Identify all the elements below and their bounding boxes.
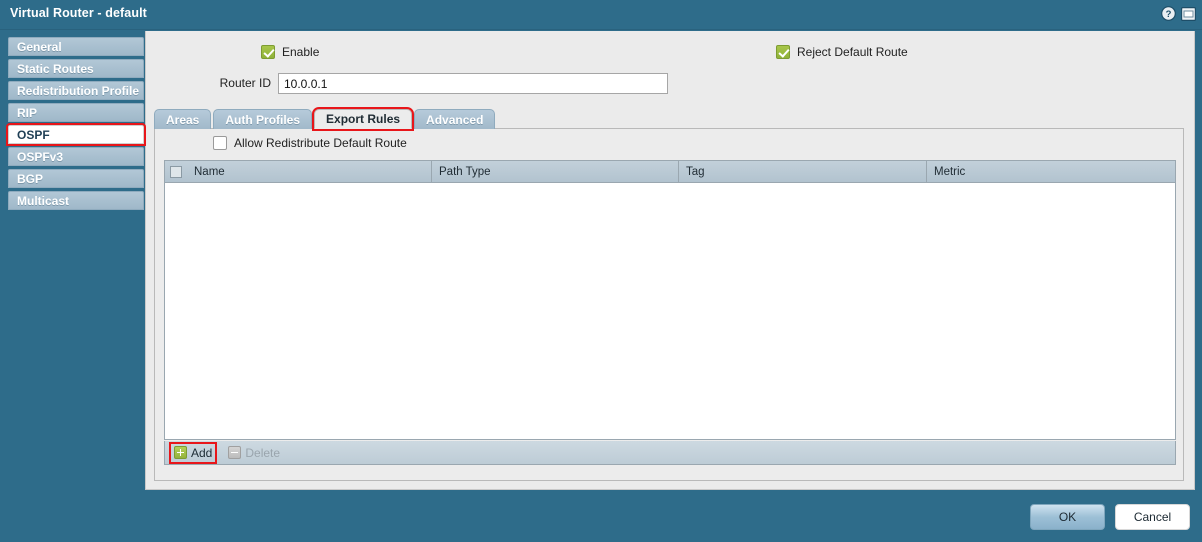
- plus-icon: [174, 446, 187, 459]
- cancel-button-label: Cancel: [1133, 510, 1172, 524]
- tab-advanced[interactable]: Advanced: [414, 109, 496, 129]
- column-header-label: Tag: [686, 165, 705, 178]
- sidebar-item-label: RIP: [17, 105, 38, 120]
- sidebar-item-label: OSPF: [17, 127, 50, 142]
- sidebar-item-rip[interactable]: RIP: [8, 103, 144, 122]
- delete-button[interactable]: Delete: [225, 444, 283, 462]
- virtual-router-dialog: Virtual Router - default ? General Stati…: [0, 0, 1202, 542]
- column-header-name[interactable]: Name: [187, 161, 432, 182]
- sidebar-item-static-routes[interactable]: Static Routes: [8, 59, 144, 78]
- table-body-empty: [165, 183, 1175, 439]
- help-icon[interactable]: ?: [1161, 6, 1176, 21]
- table-select-all-cell[interactable]: [165, 161, 187, 182]
- sidebar-item-multicast[interactable]: Multicast: [8, 191, 144, 210]
- allow-redistribute-default-route-label: Allow Redistribute Default Route: [234, 136, 407, 150]
- select-all-checkbox[interactable]: [170, 165, 182, 178]
- column-header-path-type[interactable]: Path Type: [432, 161, 679, 182]
- router-id-input[interactable]: [278, 73, 668, 94]
- tab-label: Areas: [166, 112, 200, 127]
- main-panel: Enable Reject Default Route Router ID Ar…: [145, 31, 1195, 490]
- allow-redistribute-default-route-row[interactable]: Allow Redistribute Default Route: [213, 136, 407, 150]
- table-header-row: Name Path Type Tag Metric: [165, 161, 1175, 183]
- tab-auth-profiles[interactable]: Auth Profiles: [213, 109, 313, 129]
- column-header-metric[interactable]: Metric: [927, 161, 1175, 182]
- reject-default-route-checkbox[interactable]: [776, 45, 790, 59]
- sidebar-item-general[interactable]: General: [8, 37, 144, 56]
- sidebar-item-label: OSPFv3: [17, 149, 64, 164]
- column-header-label: Name: [194, 165, 225, 178]
- sidebar-item-label: BGP: [17, 171, 44, 186]
- svg-text:?: ?: [1166, 9, 1172, 20]
- tab-strip: Areas Auth Profiles Export Rules Advance…: [154, 107, 496, 131]
- delete-button-label: Delete: [245, 445, 281, 460]
- column-header-tag[interactable]: Tag: [679, 161, 927, 182]
- table-toolbar: Add Delete: [164, 441, 1176, 465]
- add-button-label: Add: [191, 445, 213, 460]
- tab-panel-export-rules: Allow Redistribute Default Route Name Pa…: [154, 128, 1184, 481]
- tab-areas[interactable]: Areas: [154, 109, 212, 129]
- tab-label: Advanced: [426, 112, 484, 127]
- sidebar-item-redistribution-profile[interactable]: Redistribution Profile: [8, 81, 144, 100]
- sidebar-item-label: Redistribution Profile: [17, 83, 140, 98]
- top-options-row: Enable Reject Default Route: [146, 43, 1194, 67]
- export-rules-table: Name Path Type Tag Metric: [164, 160, 1176, 440]
- ok-button[interactable]: OK: [1030, 504, 1105, 530]
- title-bar: Virtual Router - default ?: [0, 0, 1202, 30]
- enable-checkbox[interactable]: [261, 45, 275, 59]
- column-header-label: Path Type: [439, 165, 491, 178]
- enable-checkbox-row[interactable]: Enable: [261, 45, 319, 59]
- tab-label: Auth Profiles: [225, 112, 301, 127]
- sidebar-item-ospf[interactable]: OSPF: [6, 123, 146, 146]
- sidebar-item-label: Multicast: [17, 193, 70, 208]
- allow-redistribute-default-route-checkbox[interactable]: [213, 136, 227, 150]
- add-button[interactable]: Add: [168, 441, 218, 464]
- minus-icon: [228, 446, 242, 459]
- enable-label: Enable: [282, 45, 320, 59]
- sidebar-item-label: Static Routes: [17, 61, 94, 76]
- reject-default-route-label: Reject Default Route: [797, 45, 908, 59]
- sidebar-item-label: General: [17, 39, 62, 54]
- ok-button-label: OK: [1058, 510, 1077, 524]
- reject-default-route-checkbox-row[interactable]: Reject Default Route: [776, 45, 908, 59]
- titlebar-icon-group: ?: [1161, 6, 1196, 21]
- page-title: Virtual Router - default: [10, 6, 147, 20]
- window-icon[interactable]: [1181, 6, 1196, 21]
- sidebar-item-ospfv3[interactable]: OSPFv3: [8, 147, 144, 166]
- sidebar-item-bgp[interactable]: BGP: [8, 169, 144, 188]
- cancel-button[interactable]: Cancel: [1115, 504, 1190, 530]
- column-header-label: Metric: [934, 165, 966, 178]
- router-id-label: Router ID: [219, 76, 271, 90]
- tab-label: Export Rules: [326, 112, 401, 126]
- sidebar: General Static Routes Redistribution Pro…: [0, 30, 152, 542]
- tab-export-rules[interactable]: Export Rules: [312, 107, 415, 131]
- dialog-footer: OK Cancel: [1030, 504, 1190, 530]
